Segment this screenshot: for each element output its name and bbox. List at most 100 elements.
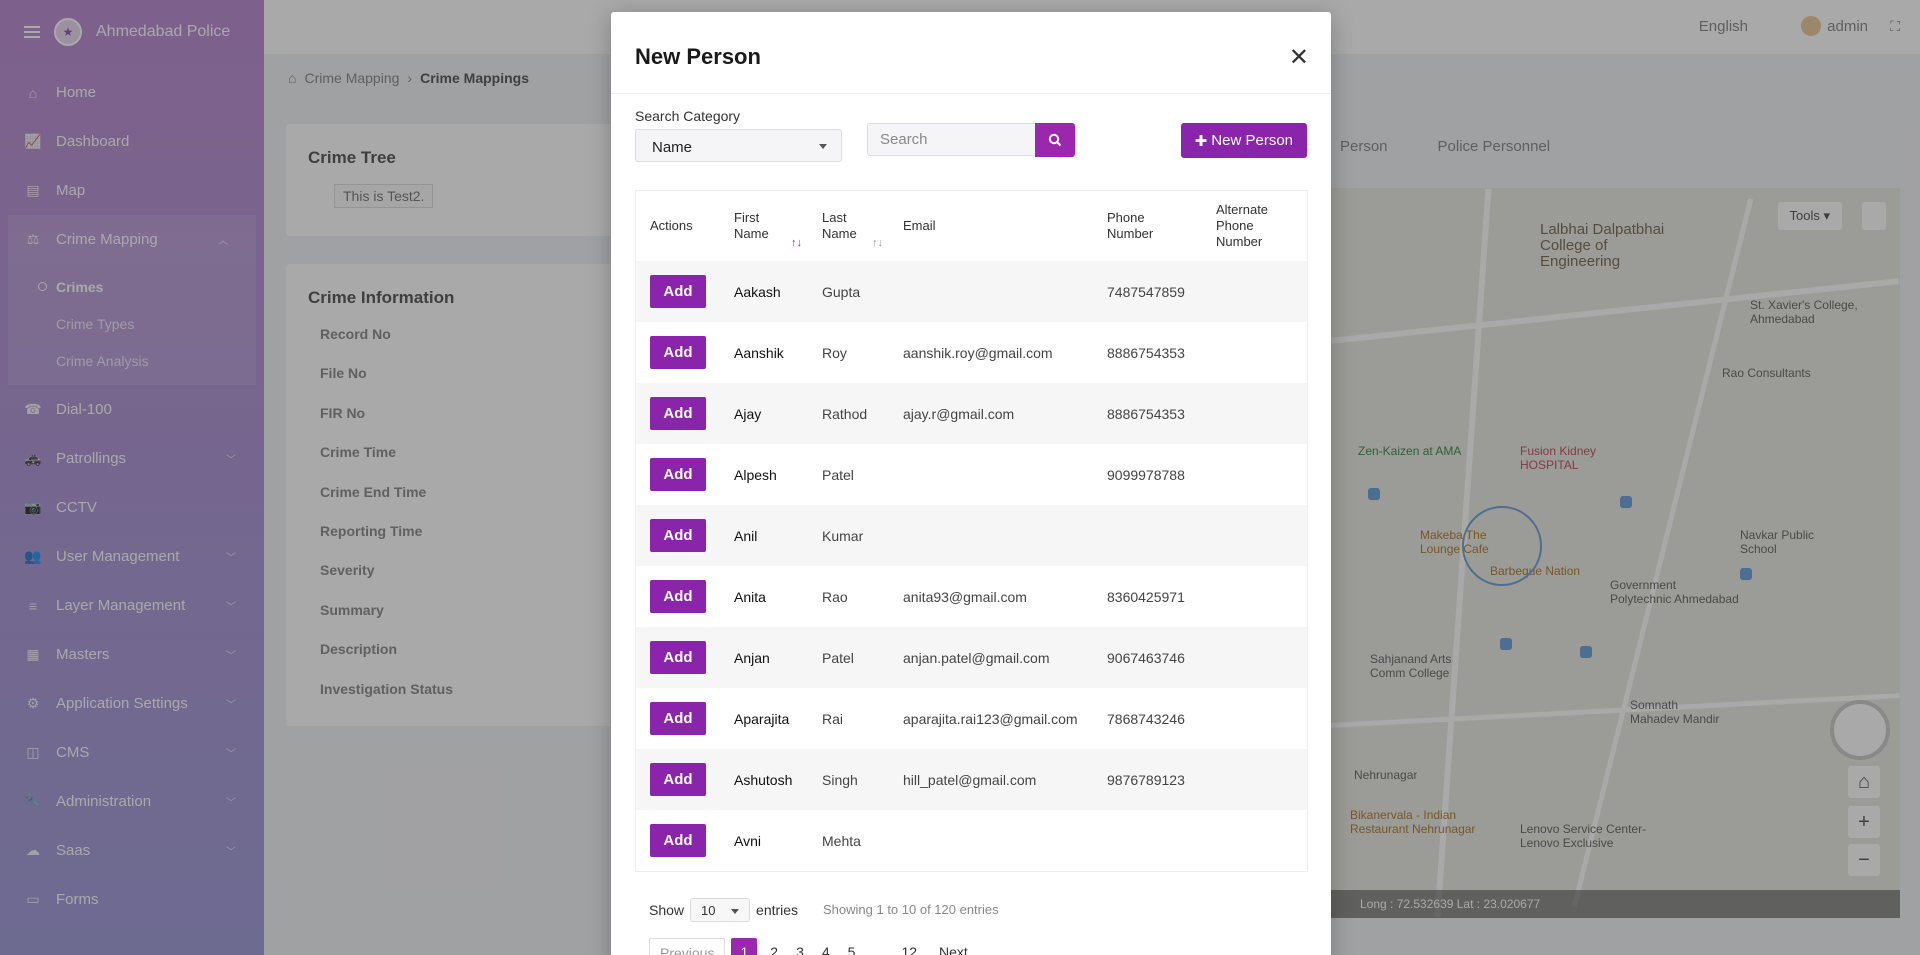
- add-button[interactable]: Add: [650, 397, 706, 430]
- pagination-ellipsis: …: [871, 944, 886, 955]
- phone-cell: 9099978788: [1093, 444, 1202, 505]
- show-label: Show: [649, 902, 685, 918]
- email-cell: [889, 261, 1093, 322]
- table-header-row: Actions First Name ↑↓ Last Name ↑↓ Email P…: [636, 191, 1307, 261]
- email-cell: anita93@gmail.com: [889, 566, 1093, 627]
- entries-label: entries: [756, 902, 799, 918]
- last-name-cell: Kumar: [808, 505, 889, 566]
- first-name-cell: Aparajita: [720, 688, 808, 749]
- phone-cell: 8886754353: [1093, 383, 1202, 444]
- last-name-cell: Gupta: [808, 261, 889, 322]
- new-person-button[interactable]: ✚ New Person: [1180, 123, 1307, 158]
- add-button[interactable]: Add: [650, 580, 706, 613]
- table-row: Add Aparajita Rai aparajita.rai123@gmail.co…: [636, 688, 1307, 749]
- alt-phone-cell: [1202, 566, 1307, 627]
- table-row: Add Aakash Gupta 7487547859: [636, 261, 1307, 322]
- first-name-cell: Anita: [720, 566, 808, 627]
- col-first-name[interactable]: First Name ↑↓: [720, 191, 808, 261]
- add-button[interactable]: Add: [650, 763, 706, 796]
- actions-cell: Add: [636, 322, 720, 383]
- next-button[interactable]: Next: [932, 938, 975, 955]
- add-button[interactable]: Add: [650, 458, 706, 491]
- add-button[interactable]: Add: [650, 275, 706, 308]
- alt-phone-cell: [1202, 261, 1307, 322]
- phone-cell: 7868743246: [1093, 688, 1202, 749]
- email-cell: aparajita.rai123@gmail.com: [889, 688, 1093, 749]
- search-category-label: Search Category: [635, 108, 741, 124]
- table-row: Add Alpesh Patel 9099978788: [636, 444, 1307, 505]
- table-row: Add Ashutosh Singh hill_patel@gmail.com 9876…: [636, 749, 1307, 810]
- phone-cell: 8886754353: [1093, 322, 1202, 383]
- table-row: Add Anita Rao anita93@gmail.com 8360425971: [636, 566, 1307, 627]
- email-cell: hill_patel@gmail.com: [889, 749, 1093, 810]
- first-name-cell: Aakash: [720, 261, 808, 322]
- last-name-cell: Patel: [808, 444, 889, 505]
- add-button[interactable]: Add: [650, 641, 706, 674]
- first-name-cell: Aanshik: [720, 322, 808, 383]
- last-name-cell: Rai: [808, 688, 889, 749]
- col-alt-phone: Alternate Phone Number: [1202, 191, 1307, 261]
- page-length-select[interactable]: 10: [690, 898, 751, 922]
- page-button[interactable]: 1: [731, 938, 758, 955]
- table-body: Add Aakash Gupta 7487547859 Add Aanshik Roy aan…: [636, 261, 1307, 871]
- sort-icon[interactable]: ↑↓: [791, 235, 802, 251]
- alt-phone-cell: [1202, 383, 1307, 444]
- actions-cell: Add: [636, 444, 720, 505]
- sort-icon[interactable]: ↑↓: [872, 235, 883, 251]
- actions-cell: Add: [636, 261, 720, 322]
- table-footer: Show 10 entries Showing 1 to 10 of 120 e…: [635, 882, 1308, 955]
- search-category-select[interactable]: Name: [635, 129, 842, 162]
- close-icon[interactable]: ✕: [1289, 46, 1309, 70]
- phone-cell: 7487547859: [1093, 261, 1202, 322]
- search-button[interactable]: [1035, 123, 1075, 157]
- last-name-cell: Mehta: [808, 810, 889, 871]
- last-name-cell: Roy: [808, 322, 889, 383]
- previous-button[interactable]: Previous: [649, 938, 726, 955]
- search-category-value: Name: [652, 139, 693, 156]
- add-button[interactable]: Add: [650, 702, 706, 735]
- add-button[interactable]: Add: [650, 336, 706, 369]
- first-name-cell: Anjan: [720, 627, 808, 688]
- modal-title: New Person: [635, 44, 761, 69]
- page-button[interactable]: 2: [763, 938, 785, 955]
- first-name-cell: Alpesh: [720, 444, 808, 505]
- alt-phone-cell: [1202, 444, 1307, 505]
- chevron-down-icon: [819, 144, 827, 149]
- modal-header: New Person ✕: [611, 12, 1331, 94]
- page-button[interactable]: 5: [841, 938, 863, 955]
- add-button[interactable]: Add: [650, 824, 706, 857]
- page-button[interactable]: 12: [894, 938, 924, 955]
- alt-phone-cell: [1202, 627, 1307, 688]
- last-name-cell: Singh: [808, 749, 889, 810]
- pagination: Previous 1 2 3 4 5 … 12 Next: [649, 938, 975, 955]
- actions-cell: Add: [636, 810, 720, 871]
- phone-cell: 9067463746: [1093, 627, 1202, 688]
- actions-cell: Add: [636, 627, 720, 688]
- actions-cell: Add: [636, 566, 720, 627]
- plus-icon: ✚: [1194, 132, 1208, 150]
- first-name-cell: Ajay: [720, 383, 808, 444]
- last-name-cell: Rao: [808, 566, 889, 627]
- phone-cell: [1093, 810, 1202, 871]
- col-email: Email: [889, 191, 1093, 261]
- new-person-modal: New Person ✕ Search Category Name ✚ New …: [611, 12, 1331, 955]
- actions-cell: Add: [636, 505, 720, 566]
- add-button[interactable]: Add: [650, 519, 706, 552]
- email-cell: aanshik.roy@gmail.com: [889, 322, 1093, 383]
- alt-phone-cell: [1202, 505, 1307, 566]
- table-row: Add Ajay Rathod ajay.r@gmail.com 8886754353: [636, 383, 1307, 444]
- first-name-cell: Ashutosh: [720, 749, 808, 810]
- page-button[interactable]: 4: [815, 938, 837, 955]
- table-row: Add Anjan Patel anjan.patel@gmail.com 906746…: [636, 627, 1307, 688]
- new-person-label: New Person: [1211, 132, 1293, 149]
- col-last-name[interactable]: Last Name ↑↓: [808, 191, 889, 261]
- page-button[interactable]: 3: [789, 938, 811, 955]
- email-cell: [889, 810, 1093, 871]
- table-row: Add Avni Mehta: [636, 810, 1307, 871]
- chevron-down-icon: [731, 909, 740, 914]
- search-input[interactable]: [867, 123, 1035, 156]
- actions-cell: Add: [636, 383, 720, 444]
- alt-phone-cell: [1202, 688, 1307, 749]
- first-name-cell: Avni: [720, 810, 808, 871]
- email-cell: ajay.r@gmail.com: [889, 383, 1093, 444]
